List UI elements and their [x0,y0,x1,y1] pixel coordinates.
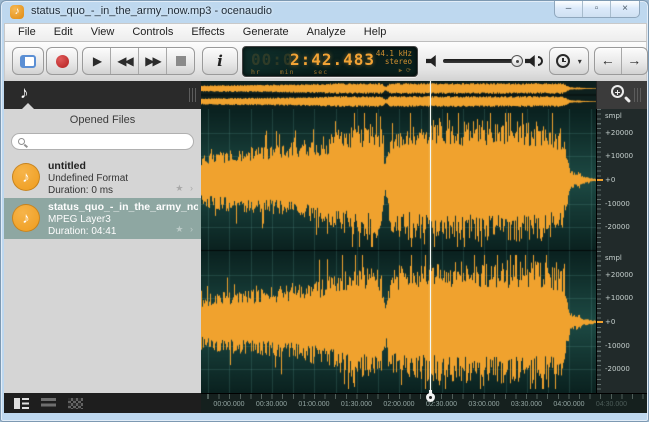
maximize-button[interactable]: ▫ [583,1,611,17]
sidebar-header: ♪ [4,81,201,109]
time-units: hr min sec [251,68,328,76]
transport-controls: ▶ ◀◀ ▶▶ [82,47,195,75]
volume-max-icon[interactable] [525,55,538,67]
forward-button[interactable]: → [622,48,648,74]
time-format-button[interactable]: ▾ [549,47,589,75]
rewind-button[interactable]: ◀◀ [111,48,139,74]
zoom-in-icon[interactable] [611,85,624,98]
menu-file[interactable]: File [9,24,45,41]
list-view-button[interactable] [41,398,56,409]
amplitude-ruler[interactable]: smpl +20000 +10000 +0 -10000 -20000 smpl… [596,109,647,393]
search-box [11,133,194,150]
clock-icon [556,54,570,68]
zoom-panel [596,81,647,109]
display-mode-icons: ▶ ⟳ [399,67,411,74]
window-title: status_quo_-_in_the_army_now.mp3 - ocena… [31,5,272,17]
menu-help[interactable]: Help [355,24,396,41]
sidebar-tab-notch [22,103,34,109]
panel-title: Opened Files [4,114,201,126]
app-logo-icon: ♪ [10,5,24,19]
sidebar: ♪ Opened Files ♪ untitled Undefined Form… [4,81,201,413]
file-format: Undefined Format [48,173,128,184]
menu-bar: File Edit View Controls Effects Generate… [4,23,647,42]
stop-button[interactable] [167,48,194,74]
stop-icon [176,56,186,66]
time-display[interactable]: 00:0 2:42.483 hr min sec 44.1 kHz stereo… [242,46,418,77]
scale-unit-label: smpl [605,254,622,262]
fast-forward-button[interactable]: ▶▶ [139,48,167,74]
volume-min-icon[interactable] [426,55,439,67]
playhead-cursor[interactable] [430,81,431,393]
menu-effects[interactable]: Effects [182,24,233,41]
file-duration: Duration: 0 ms [48,185,113,196]
main-waveform[interactable] [201,109,596,393]
file-list-item-selected[interactable]: ♪ status_quo_-_in_the_army_now.... MPEG … [4,198,201,239]
menu-view[interactable]: View [82,24,124,41]
file-item-actions[interactable]: ★ › [175,224,195,235]
titlebar[interactable]: ♪ status_quo_-_in_the_army_now.mp3 - oce… [1,1,648,23]
details-view-button[interactable] [14,398,29,409]
record-button[interactable] [46,47,78,75]
time-dim-digits: 00:0 [251,50,294,69]
search-input[interactable] [30,135,190,148]
sidebar-grip-handle[interactable] [189,88,197,102]
close-button[interactable]: × [611,1,639,17]
file-list-item[interactable]: ♪ untitled Undefined Format Duration: 0 … [4,157,201,198]
menu-edit[interactable]: Edit [45,24,82,41]
sample-rate-label: 44.1 kHz stereo [376,50,412,66]
file-format: MPEG Layer3 [48,214,111,225]
navigation-buttons: ← → [594,47,648,75]
sidebar-view-modes [4,393,201,413]
record-icon [56,55,69,68]
music-note-icon: ♪ [20,83,29,103]
file-name: untitled [48,160,198,172]
volume-slider-knob[interactable] [511,55,523,67]
grid-view-button[interactable] [68,398,83,409]
menu-generate[interactable]: Generate [234,24,298,41]
file-name: status_quo_-_in_the_army_now.... [48,201,198,213]
menu-controls[interactable]: Controls [123,24,182,41]
minimize-button[interactable]: – [555,1,583,17]
volume-control [426,52,542,70]
file-duration: Duration: 04:41 [48,226,116,237]
waveform-pane: smpl +20000 +10000 +0 -10000 -20000 smpl… [201,81,647,413]
window-frame-bottom [4,413,647,420]
audio-file-icon: ♪ [12,204,40,232]
file-item-actions[interactable]: ★ › [175,183,195,194]
search-icon [18,138,25,145]
volume-wave-icon [538,56,543,66]
volume-slider[interactable] [443,59,523,63]
sidebar-toggle-icon [20,55,36,68]
time-value: 2:42.483 [290,50,375,69]
info-button[interactable]: i [202,47,238,75]
back-button[interactable]: ← [595,48,622,74]
zoom-panel-grip-handle[interactable] [634,88,642,102]
overview-waveform[interactable] [201,81,596,109]
play-button[interactable]: ▶ [83,48,111,74]
audio-file-icon: ♪ [12,163,40,191]
app-window: ♪ status_quo_-_in_the_army_now.mp3 - oce… [0,0,649,422]
toolbar: ▶ ◀◀ ▶▶ i 00:0 2:42.483 hr min sec 44.1 … [4,42,647,81]
timeline-ruler[interactable]: 00:00.000 00:30.000 01:00.000 01:30.000 … [201,393,647,413]
scale-unit-label: smpl [605,112,622,120]
window-controls: – ▫ × [554,1,640,18]
sidebar-toggle-button[interactable] [12,47,44,75]
menu-analyze[interactable]: Analyze [298,24,355,41]
chevron-down-icon: ▾ [578,57,582,66]
